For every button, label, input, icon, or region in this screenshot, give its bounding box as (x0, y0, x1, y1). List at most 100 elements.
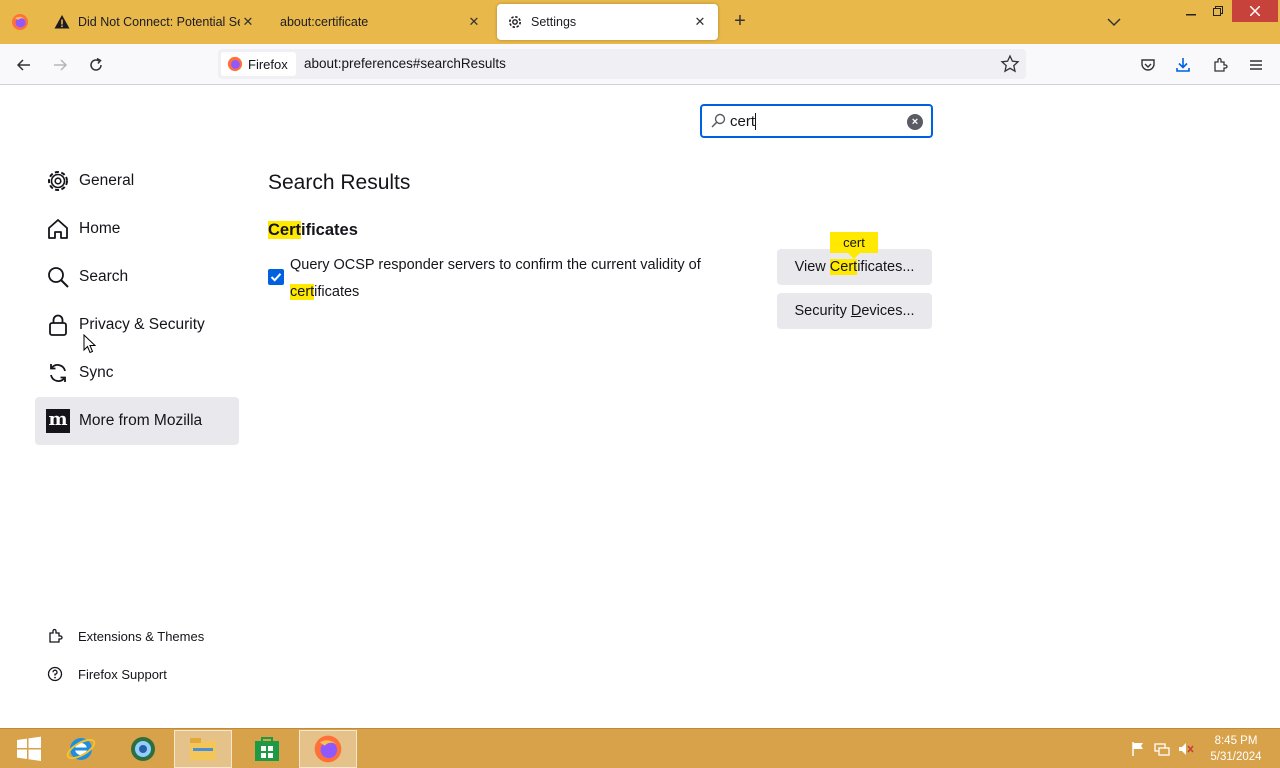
taskbar-store[interactable] (238, 730, 296, 768)
mouse-cursor-icon (83, 334, 97, 354)
firefox-view-button[interactable] (0, 0, 40, 44)
button-text: Security (794, 303, 851, 319)
app-menu-button[interactable] (1243, 52, 1269, 78)
volume-muted-icon[interactable] (1178, 741, 1194, 757)
warning-icon (54, 15, 70, 29)
taskbar-clock[interactable]: 8:45 PM 5/31/2024 (1200, 733, 1272, 765)
tab-label: Settings (531, 15, 577, 29)
reload-button[interactable] (83, 52, 109, 78)
taskbar-media-app[interactable] (114, 730, 172, 768)
section-title-rest: ificates (301, 221, 358, 239)
tab-close-icon[interactable]: ✕ (240, 14, 256, 30)
minimize-icon (1186, 14, 1196, 16)
folder-icon (190, 738, 216, 760)
firefox-logo-icon (314, 735, 342, 763)
sidebar-item-sync[interactable]: Sync (35, 349, 239, 397)
pocket-button[interactable] (1135, 52, 1161, 78)
extensions-themes-link[interactable]: Extensions & Themes (46, 625, 204, 647)
puzzle-icon (1214, 57, 1228, 72)
sidebar-item-privacy-security[interactable]: Privacy & Security (35, 301, 239, 349)
accesskey-letter: D (850, 303, 862, 319)
restore-icon (1213, 6, 1223, 16)
lock-icon (45, 312, 71, 338)
list-all-tabs-chevron-icon[interactable] (1104, 12, 1124, 32)
tab-label: about:certificate (280, 15, 369, 29)
gear-icon (45, 168, 71, 194)
hamburger-menu-icon (1250, 60, 1262, 70)
back-arrow-icon (16, 59, 30, 71)
search-highlight: cert (290, 284, 315, 300)
taskbar-internet-explorer[interactable] (52, 730, 110, 768)
start-button[interactable] (0, 730, 58, 768)
identity-label: Firefox (248, 56, 288, 72)
extensions-button[interactable] (1207, 52, 1233, 78)
clock-date: 5/31/2024 (1210, 751, 1262, 763)
footer-link-label: Extensions & Themes (78, 628, 205, 644)
new-tab-button[interactable]: + (728, 10, 752, 34)
search-icon (45, 264, 71, 290)
tab-close-icon[interactable]: ✕ (466, 14, 482, 30)
globe-media-icon (131, 737, 155, 761)
close-window-button[interactable] (1232, 0, 1278, 22)
tab-close-icon[interactable]: ✕ (692, 14, 708, 30)
url-bar[interactable]: Firefox about:preferences#searchResults (218, 49, 1026, 79)
firefox-support-link[interactable]: Firefox Support (46, 663, 167, 685)
sidebar-item-more-from-mozilla[interactable]: m More from Mozilla (35, 397, 239, 445)
clear-search-icon[interactable]: × (907, 114, 923, 130)
navigation-toolbar: Firefox about:preferences#searchResults (0, 44, 1280, 85)
action-center-flag-icon[interactable] (1130, 741, 1146, 757)
windows-taskbar: 8:45 PM 5/31/2024 (0, 728, 1280, 768)
search-highlight: Cert (268, 221, 302, 239)
tab-strip: Did Not Connect: Potential Security Issu… (0, 0, 1280, 44)
tab-label: Did Not Connect: Potential Security Issu… (78, 15, 240, 29)
back-button[interactable] (11, 52, 37, 78)
gear-icon (509, 16, 521, 28)
identity-box[interactable]: Firefox (221, 52, 296, 76)
home-icon (45, 216, 71, 242)
tab-did-not-connect[interactable]: Did Not Connect: Potential Security Issu… (44, 4, 266, 40)
sidebar-item-label: Search (79, 268, 129, 285)
taskbar-firefox[interactable] (299, 730, 357, 768)
bookmark-star-icon[interactable] (1000, 54, 1020, 74)
reload-icon (90, 57, 102, 71)
pocket-icon (1141, 59, 1155, 71)
ocsp-checkbox-label-cont[interactable]: certificates (290, 284, 359, 300)
search-highlight: Cert (829, 259, 858, 275)
search-input-value: cert (730, 113, 757, 130)
sidebar-item-label: Home (79, 220, 121, 237)
button-text: View (794, 259, 830, 275)
tab-settings[interactable]: Settings ✕ (497, 4, 718, 40)
clock-time: 8:45 PM (1214, 735, 1258, 747)
url-text[interactable]: about:preferences#searchResults (304, 56, 506, 71)
checkmark-icon (270, 273, 282, 282)
downloads-button[interactable] (1170, 52, 1196, 78)
settings-search-input[interactable]: cert × (700, 104, 933, 138)
download-icon (1176, 58, 1190, 72)
sidebar-item-general[interactable]: General (35, 157, 239, 205)
sidebar-item-search[interactable]: Search (35, 253, 239, 301)
firefox-logo-icon (12, 14, 28, 30)
ocsp-checkbox[interactable] (268, 269, 284, 285)
network-icon[interactable] (1154, 741, 1170, 757)
puzzle-icon (46, 627, 64, 645)
footer-link-label: Firefox Support (78, 666, 167, 682)
minimize-button[interactable] (1176, 0, 1206, 22)
restore-button[interactable] (1203, 0, 1233, 22)
section-title-certificates: Certificates (268, 221, 358, 240)
ocsp-checkbox-label[interactable]: Query OCSP responder servers to confirm … (290, 257, 701, 273)
search-icon (711, 113, 726, 128)
close-icon (1250, 6, 1260, 16)
taskbar-file-explorer[interactable] (174, 730, 232, 768)
search-match-tooltip: cert (830, 232, 878, 259)
ocsp-label-rest: ificates (314, 284, 360, 300)
store-icon (255, 737, 279, 761)
security-devices-button[interactable]: Security Devices... (777, 293, 932, 329)
page-title: Search Results (268, 171, 411, 194)
windows-logo-icon (17, 736, 41, 761)
sidebar-item-home[interactable]: Home (35, 205, 239, 253)
tab-about-certificate[interactable]: about:certificate ✕ (270, 4, 492, 40)
sidebar-item-label: More from Mozilla (79, 412, 203, 429)
forward-button[interactable] (47, 52, 73, 78)
sidebar-item-label: Privacy & Security (79, 316, 205, 333)
help-icon (46, 665, 64, 683)
